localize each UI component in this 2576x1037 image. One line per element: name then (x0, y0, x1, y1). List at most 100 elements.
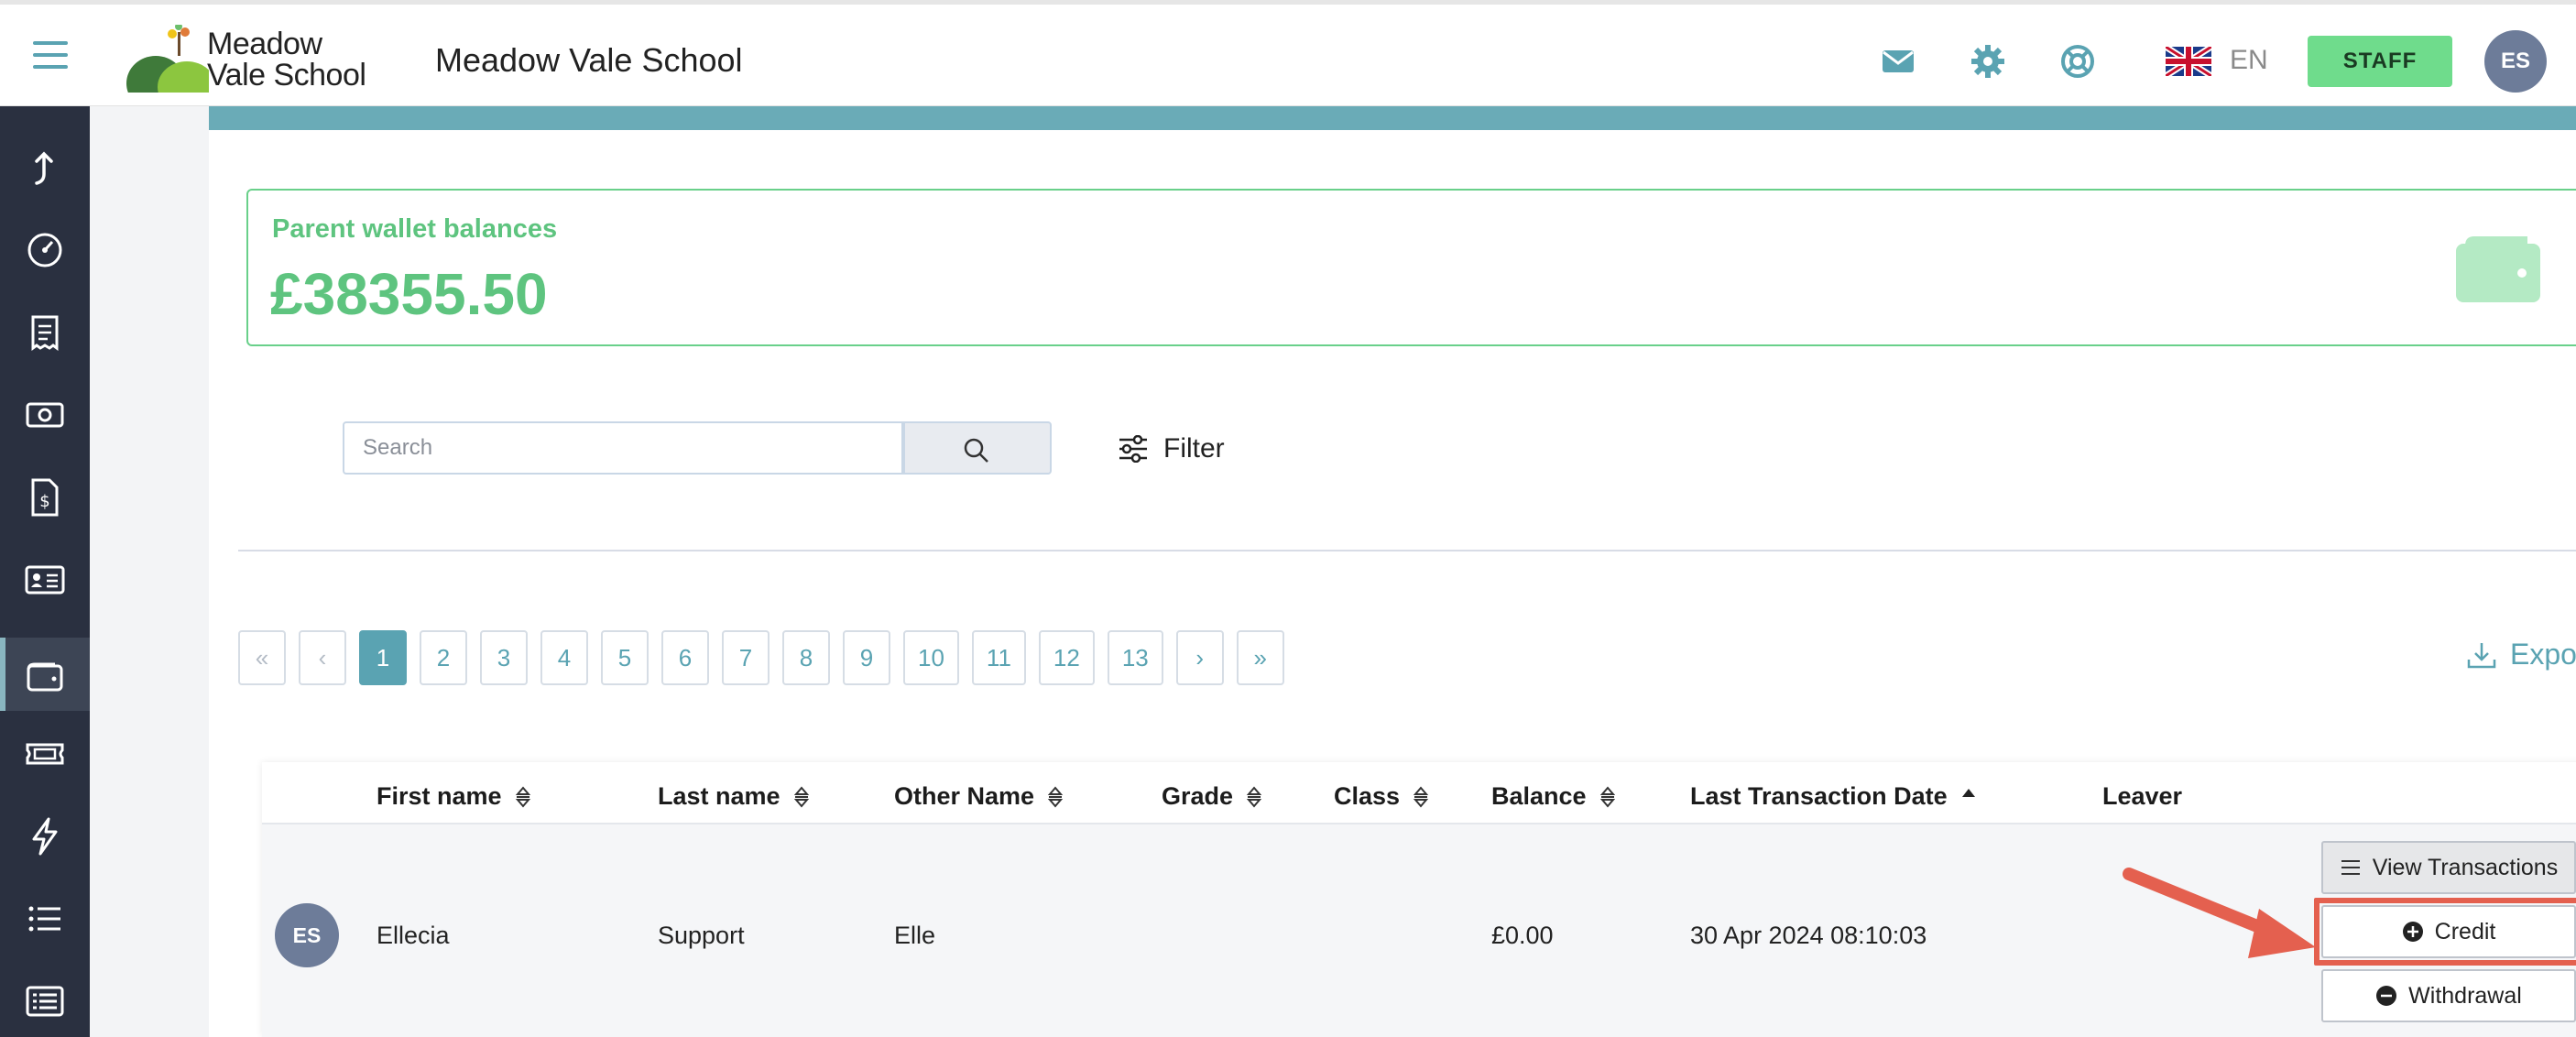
column-header-last-name[interactable]: Last name (658, 782, 810, 811)
language-selector[interactable]: EN (2230, 45, 2268, 76)
table-row: ES Ellecia Support Elle £0.00 30 Apr 202… (262, 824, 2576, 1037)
sidebar-item-cash[interactable] (0, 376, 90, 449)
column-label: Last Transaction Date (1690, 782, 1948, 810)
column-header-other-name[interactable]: Other Name (894, 782, 1064, 811)
pagination-page-6[interactable]: 6 (661, 630, 709, 685)
pagination-page-13[interactable]: 13 (1107, 630, 1163, 685)
column-header-first-name[interactable]: First name (377, 782, 531, 811)
pagination-prev[interactable]: ‹ (299, 630, 346, 685)
student-avatar: ES (275, 903, 339, 967)
lifebuoy-icon[interactable] (2059, 43, 2096, 80)
view-transactions-label: View Transactions (2372, 854, 2559, 880)
sort-ascending-icon (1961, 788, 1975, 797)
withdrawal-label: Withdrawal (2408, 982, 2522, 1009)
menu-lines-icon (2341, 860, 2360, 875)
wallet-balance-card: Parent wallet balances £38355.50 (246, 189, 2576, 346)
sidebar-item-contacts[interactable] (0, 540, 90, 614)
sidebar-item-upload[interactable] (0, 128, 90, 202)
pagination-page-1[interactable]: 1 (359, 630, 407, 685)
school-title: Meadow Vale School (435, 41, 743, 79)
column-label: Grade (1162, 782, 1234, 810)
sidebar-item-receipts[interactable] (0, 293, 90, 366)
sidebar-item-wallets[interactable] (0, 638, 90, 711)
pagination-page-10[interactable]: 10 (903, 630, 959, 685)
user-avatar[interactable]: ES (2484, 30, 2547, 93)
lightning-icon (32, 817, 58, 856)
view-transactions-button[interactable]: View Transactions (2321, 841, 2576, 894)
sidebar-item-tickets[interactable] (0, 715, 90, 788)
pagination-page-7[interactable]: 7 (722, 630, 770, 685)
hills-logo-icon (126, 23, 216, 113)
pagination-page-11[interactable]: 11 (971, 630, 1026, 685)
column-header-grade[interactable]: Grade (1162, 782, 1262, 811)
wallet-icon (27, 662, 63, 692)
export-button[interactable]: Export (2466, 638, 2576, 671)
sort-icon (1599, 785, 1615, 808)
uk-flag-icon[interactable] (2166, 47, 2211, 76)
table-header: First name Last name Other Name Grade Cl… (262, 762, 2576, 824)
column-label: Leaver (2102, 782, 2183, 810)
page: Meadow Vale School Meadow Vale School EN… (0, 0, 2576, 1037)
main-content: Parent wallet balances £38355.50 Filt (90, 106, 2576, 1037)
panel-header-strip (209, 106, 2576, 130)
sidebar-item-quick-actions[interactable] (0, 797, 90, 870)
pagination-page-2[interactable]: 2 (420, 630, 467, 685)
column-header-last-transaction-date[interactable]: Last Transaction Date (1690, 782, 1977, 811)
school-logo[interactable]: Meadow Vale School (126, 23, 366, 113)
divider (238, 550, 2576, 551)
pagination-last[interactable]: » (1236, 630, 1284, 685)
hamburger-menu-icon[interactable] (33, 41, 68, 69)
pagination-page-8[interactable]: 8 (782, 630, 830, 685)
column-label: Last name (658, 782, 780, 810)
id-card-icon (25, 565, 65, 595)
receipt-icon (31, 315, 59, 351)
withdrawal-button[interactable]: Withdrawal (2321, 969, 2576, 1022)
wallets-table: First name Last name Other Name Grade Cl… (262, 762, 2576, 1037)
annotation-arrow-icon (2123, 868, 2316, 958)
column-label: First name (377, 782, 502, 810)
sidebar-item-invoices[interactable]: $ (0, 458, 90, 531)
cell-balance: £0.00 (1491, 922, 1554, 949)
ticket-icon (26, 743, 64, 765)
logo-line-2: Vale School (207, 58, 366, 93)
sort-icon (1047, 785, 1064, 808)
pagination-next[interactable]: › (1175, 630, 1224, 685)
dashboard-gauge-icon (27, 233, 62, 267)
search-icon (964, 438, 988, 463)
filter-label: Filter (1163, 433, 1225, 464)
filter-button[interactable]: Filter (1118, 429, 1225, 469)
download-icon (2467, 642, 2496, 668)
column-header-balance[interactable]: Balance (1491, 782, 1616, 811)
sort-icon (1413, 785, 1429, 808)
column-label: Other Name (894, 782, 1035, 810)
cell-last-name: Support (658, 922, 745, 949)
cell-first-name: Ellecia (377, 922, 450, 949)
gear-icon[interactable] (1970, 43, 2006, 80)
pagination-page-3[interactable]: 3 (480, 630, 528, 685)
list-icon (28, 906, 60, 932)
staff-role-button[interactable]: STAFF (2308, 36, 2452, 87)
sidebar-item-reports[interactable] (0, 962, 90, 1035)
wallet-balance-label: Parent wallet balances (272, 214, 558, 244)
invoice-dollar-icon: $ (31, 478, 59, 517)
search-input[interactable] (343, 421, 903, 475)
sidebar-item-list[interactable] (0, 879, 90, 953)
sidebar: $ (0, 106, 90, 1037)
pagination-page-5[interactable]: 5 (601, 630, 649, 685)
pagination-page-4[interactable]: 4 (540, 630, 588, 685)
column-header-class[interactable]: Class (1334, 782, 1429, 811)
sort-icon (1246, 785, 1262, 808)
export-label: Export (2510, 638, 2576, 671)
search-button[interactable] (903, 421, 1052, 475)
mail-icon[interactable] (1880, 43, 1916, 80)
sidebar-item-dashboard[interactable] (0, 211, 90, 284)
logo-text: Meadow Vale School (207, 28, 366, 91)
pagination-page-9[interactable]: 9 (843, 630, 890, 685)
pagination-page-12[interactable]: 12 (1038, 630, 1095, 685)
minus-circle-icon (2376, 986, 2397, 1006)
logo-line-1: Meadow (207, 27, 322, 61)
column-header-leaver[interactable]: Leaver (2102, 782, 2182, 811)
pagination-first[interactable]: « (238, 630, 286, 685)
cell-last-transaction-date: 30 Apr 2024 08:10:03 (1690, 922, 1927, 949)
wallet-panel: Parent wallet balances £38355.50 Filt (209, 106, 2576, 1037)
